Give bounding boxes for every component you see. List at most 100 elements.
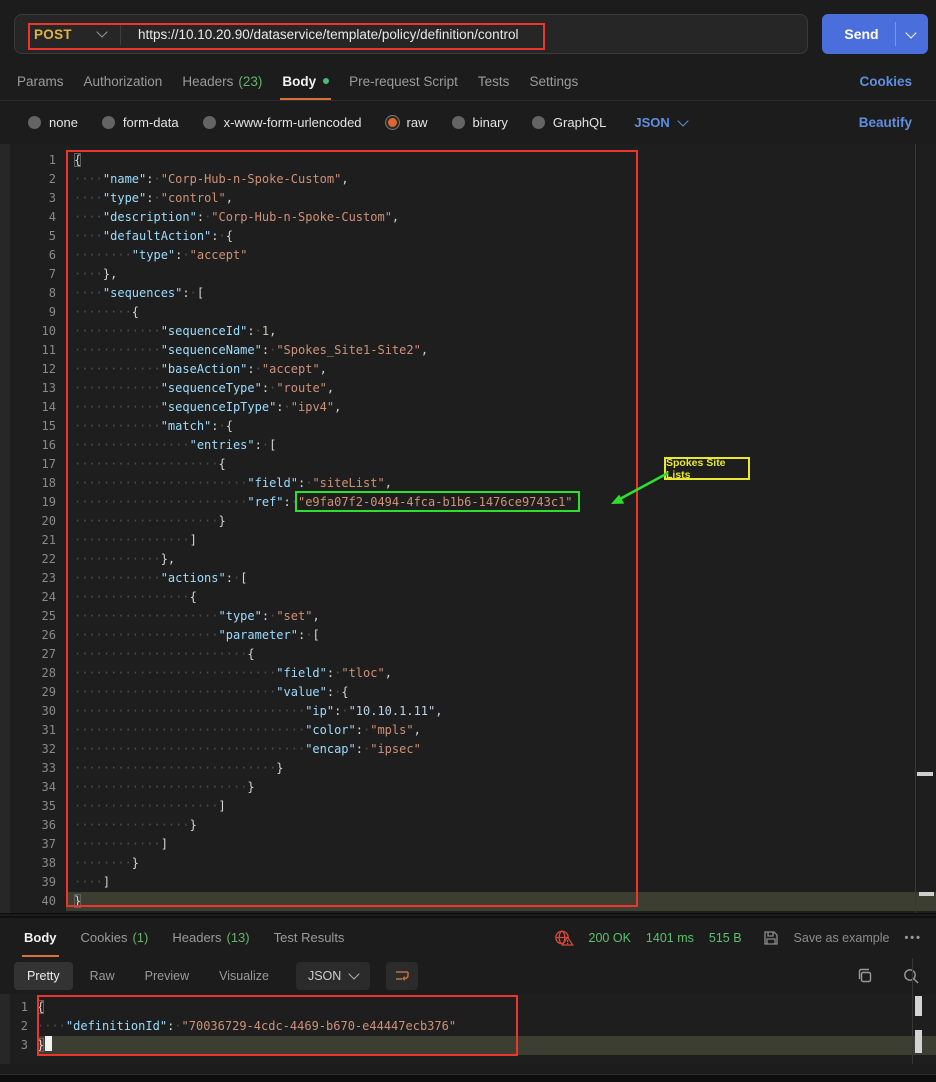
code-line: 8····"sequences":·[ (0, 284, 936, 303)
tab-params-label: Params (17, 74, 64, 89)
tab-headers[interactable]: Headers(23) (182, 62, 262, 100)
response-language-label: JSON (308, 969, 341, 983)
code-line: 4····"description":·"Corp-Hub-n-Spoke-Cu… (0, 208, 936, 227)
response-time[interactable]: 1401 ms (646, 931, 694, 945)
active-tab-underline (280, 98, 331, 100)
view-tab-preview[interactable]: Preview (132, 962, 202, 990)
postman-app: POST https://10.10.20.90/dataservice/tem… (0, 0, 936, 1082)
save-as-example-button[interactable]: Save as example (794, 931, 890, 945)
code-line: 22············}, (0, 550, 936, 569)
tab-authorization[interactable]: Authorization (84, 62, 163, 100)
request-editor-scroll-gutter[interactable] (915, 144, 916, 913)
tab-body[interactable]: Body (282, 62, 329, 100)
response-scrollbar-thumb[interactable] (915, 996, 922, 1016)
code-line: 28····························"field":·"… (0, 664, 936, 683)
status-code[interactable]: 200 OK (589, 931, 631, 945)
response-toolbar: Pretty Raw Preview Visualize JSON (0, 958, 936, 994)
request-body-editor[interactable]: 1{2····"name":·"Corp-Hub-n-Spoke-Custom"… (0, 144, 936, 913)
radio-urlencoded-icon[interactable] (203, 116, 216, 129)
code-line: 20····················} (0, 512, 936, 531)
response-tab-headers-label: Headers (172, 930, 221, 945)
response-body-editor[interactable]: 1{2····"definitionId":·"70036729-4cdc-44… (0, 994, 936, 1064)
language-label: JSON (634, 115, 669, 130)
send-button[interactable]: Send (822, 14, 928, 54)
text-cursor (45, 1036, 52, 1051)
code-line: 25····················"type":·"set", (0, 607, 936, 626)
language-selector[interactable]: JSON (634, 115, 686, 130)
response-size[interactable]: 515 B (709, 931, 742, 945)
wrap-lines-icon (394, 968, 411, 984)
body-type-x-www-form-urlencoded[interactable]: x-www-form-urlencoded (203, 115, 362, 130)
radio-form-data-icon[interactable] (102, 116, 115, 129)
method-chevron-down-icon (96, 26, 107, 37)
body-type-urlencoded-label: x-www-form-urlencoded (224, 115, 362, 130)
code-line: 36················} (0, 816, 936, 835)
more-options-icon[interactable]: ••• (904, 932, 922, 944)
body-type-form-data-label: form-data (123, 115, 179, 130)
code-line: 6········"type":·"accept" (0, 246, 936, 265)
response-tab-cookies-label: Cookies (81, 930, 128, 945)
response-tab-test-results[interactable]: Test Results (274, 918, 345, 957)
response-active-tab-underline (22, 955, 59, 957)
code-line: 32································"encap… (0, 740, 936, 759)
tab-authorization-label: Authorization (84, 74, 163, 89)
code-line: 27························{ (0, 645, 936, 664)
status-bar-edge (0, 1074, 936, 1082)
body-type-none[interactable]: none (28, 115, 78, 130)
tab-pre-request-script[interactable]: Pre-request Script (349, 62, 458, 100)
code-line: 3} (0, 1036, 936, 1055)
send-label: Send (822, 26, 895, 42)
response-scrollbar-thumb[interactable] (915, 1030, 922, 1053)
body-type-raw[interactable]: raw (386, 115, 428, 130)
radio-none-icon[interactable] (28, 116, 41, 129)
code-line: 12············"baseAction":·"accept", (0, 360, 936, 379)
tab-tests-label: Tests (478, 74, 510, 89)
code-line: 7····}, (0, 265, 936, 284)
tab-params[interactable]: Params (17, 62, 64, 100)
response-headers-count: (13) (227, 930, 250, 945)
code-line: 31································"color… (0, 721, 936, 740)
code-line: 14············"sequenceIpType":·"ipv4", (0, 398, 936, 417)
tab-settings[interactable]: Settings (529, 62, 578, 100)
beautify-link[interactable]: Beautify (859, 115, 912, 130)
body-type-graphql[interactable]: GraphQL (532, 115, 606, 130)
response-tab-test-results-label: Test Results (274, 930, 345, 945)
response-tab-body[interactable]: Body (24, 918, 57, 957)
radio-graphql-icon[interactable] (532, 116, 545, 129)
copy-icon[interactable] (856, 967, 874, 985)
body-type-form-data[interactable]: form-data (102, 115, 179, 130)
radio-binary-icon[interactable] (452, 116, 465, 129)
network-warning-icon[interactable] (554, 929, 574, 946)
response-tab-cookies[interactable]: Cookies(1) (81, 918, 149, 957)
view-tab-visualize[interactable]: Visualize (206, 962, 282, 990)
code-line: 17····················{ (0, 455, 936, 474)
search-icon[interactable] (902, 967, 920, 985)
response-scroll-gutter[interactable] (912, 958, 913, 1064)
code-line: 40} (0, 892, 936, 911)
send-options-chevron-icon[interactable] (905, 27, 916, 38)
language-chevron-down-icon (677, 115, 688, 126)
response-tab-headers[interactable]: Headers (13) (172, 918, 249, 957)
code-line: 34························} (0, 778, 936, 797)
code-line: 38········} (0, 854, 936, 873)
code-line: 26····················"parameter":·[ (0, 626, 936, 645)
code-line: 2····"name":·"Corp-Hub-n-Spoke-Custom", (0, 170, 936, 189)
code-line: 19························"ref":·"e9fa07… (0, 493, 936, 512)
body-type-binary[interactable]: binary (452, 115, 508, 130)
tab-settings-label: Settings (529, 74, 578, 89)
view-tab-raw[interactable]: Raw (77, 962, 128, 990)
tab-tests[interactable]: Tests (478, 62, 510, 100)
radio-raw-selected-icon[interactable] (386, 116, 399, 129)
response-language-selector[interactable]: JSON (296, 962, 370, 990)
view-tab-pretty[interactable]: Pretty (14, 962, 73, 990)
request-tabs: Params Authorization Headers(23) Body Pr… (0, 62, 936, 101)
code-line: 13············"sequenceType":·"route", (0, 379, 936, 398)
response-code-lines: 1{2····"definitionId":·"70036729-4cdc-44… (0, 998, 936, 1055)
cookies-link[interactable]: Cookies (859, 74, 912, 89)
wrap-lines-button[interactable] (386, 962, 418, 990)
method-selector[interactable]: POST (15, 15, 120, 53)
code-line: 39····] (0, 873, 936, 892)
url-input[interactable]: https://10.10.20.90/dataservice/template… (121, 27, 807, 42)
response-header: Body Cookies(1) Headers (13) Test Results… (0, 916, 936, 957)
url-container: POST https://10.10.20.90/dataservice/tem… (14, 14, 808, 54)
